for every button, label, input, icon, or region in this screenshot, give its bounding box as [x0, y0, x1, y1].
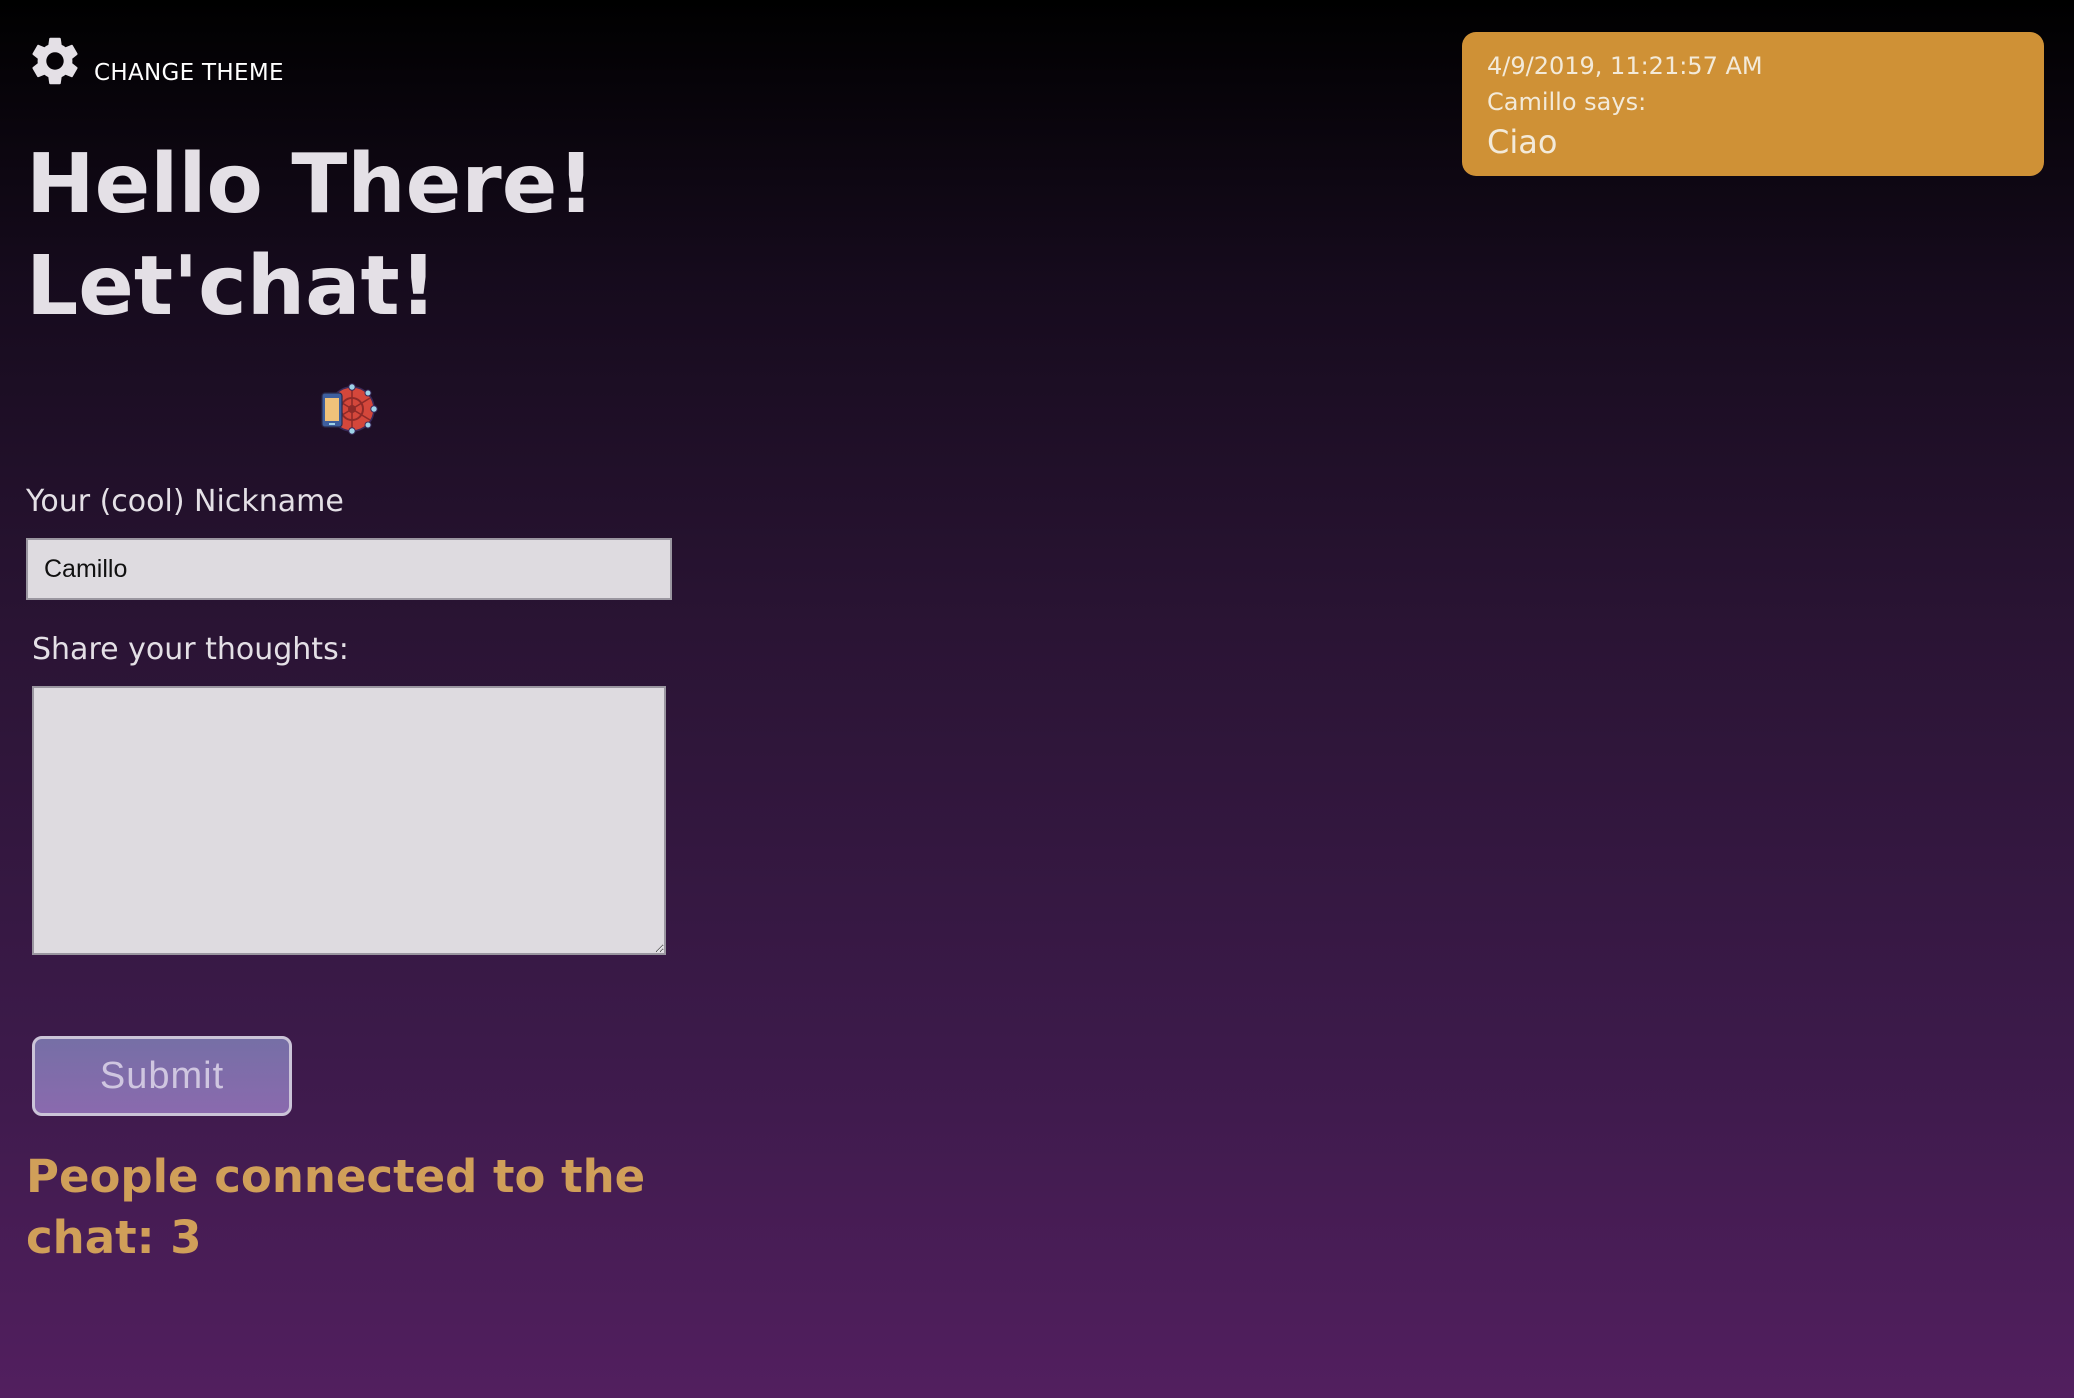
thoughts-textarea[interactable] [32, 686, 666, 955]
change-theme-label: CHANGE THEME [94, 60, 284, 86]
nickname-input[interactable] [26, 538, 672, 600]
title-line-2: Let'chat! [26, 239, 438, 334]
thoughts-label: Share your thoughts: [32, 632, 349, 667]
submit-button[interactable]: Submit [32, 1036, 292, 1116]
nickname-label: Your (cool) Nickname [26, 484, 344, 519]
message-author: Camillo says: [1487, 88, 1647, 116]
message-text: Ciao [1487, 123, 1558, 161]
change-theme-button[interactable]: CHANGE THEME [26, 32, 284, 90]
message-timestamp: 4/9/2019, 11:21:57 AM [1487, 52, 1763, 80]
gear-icon [32, 37, 78, 85]
title-line-1: Hello There! [26, 137, 595, 232]
phone-network-icon [321, 383, 378, 435]
page-title: Hello There! Let'chat! [26, 134, 595, 338]
connected-count: People connected to the chat: 3 [26, 1150, 646, 1264]
chat-message: 4/9/2019, 11:21:57 AM Camillo says: Ciao [1462, 32, 2044, 176]
